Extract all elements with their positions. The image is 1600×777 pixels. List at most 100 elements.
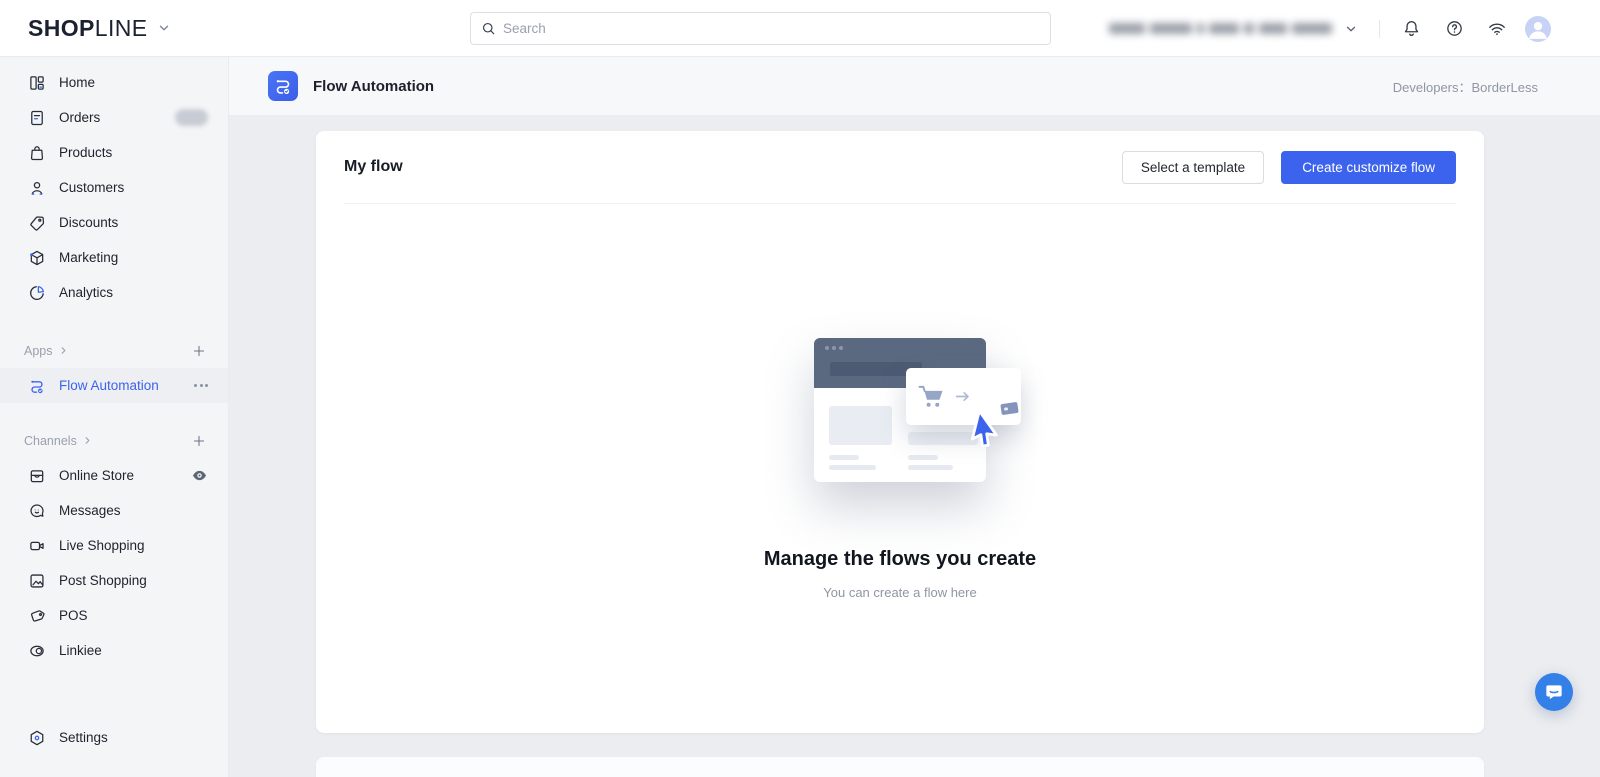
page-header: Flow Automation Developers：BorderLess: [229, 57, 1600, 115]
chevron-right-icon: [58, 345, 69, 356]
select-template-button[interactable]: Select a template: [1121, 150, 1265, 184]
empty-state-title: Manage the flows you create: [763, 548, 1037, 570]
cursor-pointer-icon: [966, 410, 1002, 454]
chevron-down-icon: [157, 21, 171, 35]
gear-icon: [28, 729, 46, 747]
notifications-bell-icon[interactable]: [1399, 17, 1423, 41]
user-avatar[interactable]: [1525, 15, 1551, 42]
card-divider: [344, 203, 1456, 204]
sidebar-item-analytics[interactable]: Analytics: [0, 275, 228, 310]
customers-icon: [28, 179, 46, 197]
orders-badge-blurred: [175, 109, 208, 126]
home-icon: [28, 74, 46, 92]
sidebar-item-customers[interactable]: Customers: [0, 170, 228, 205]
search-icon: [481, 21, 496, 36]
content-area: My flow Select a template Create customi…: [229, 115, 1600, 777]
sidebar-item-products[interactable]: Products: [0, 135, 228, 170]
sidebar-section-channels[interactable]: Channels: [0, 423, 228, 458]
topbar-actions: [1109, 0, 1600, 57]
customer-avatar-with-tag-icon: [979, 381, 1019, 416]
cart-icon: [917, 384, 946, 409]
search-input[interactable]: [503, 21, 1040, 36]
chevron-down-icon: [1344, 22, 1358, 36]
sidebar-item-pos[interactable]: POS: [0, 598, 228, 633]
account-menu[interactable]: [1109, 22, 1358, 36]
sidebar-item-label: Messages: [59, 503, 121, 518]
empty-state: Manage the flows you create You can crea…: [316, 338, 1484, 600]
my-flow-card: My flow Select a template Create customi…: [316, 131, 1484, 733]
page-title: Flow Automation: [313, 77, 435, 95]
sidebar-item-label: Live Shopping: [59, 538, 145, 553]
sidebar-item-label: Linkiee: [59, 643, 102, 658]
text-line-mock: [908, 465, 953, 470]
logo-text: SHOPLINE: [28, 15, 148, 42]
sidebar-item-label: Products: [59, 145, 113, 160]
marketing-icon: [28, 249, 46, 267]
sidebar-item-label: Post Shopping: [59, 573, 147, 588]
main-area: Flow Automation Developers：BorderLess My…: [229, 57, 1600, 777]
sidebar-section-apps[interactable]: Apps: [0, 333, 228, 368]
sidebar-item-label: Home: [59, 75, 96, 90]
sidebar-item-label: Orders: [59, 110, 101, 125]
empty-state-illustration: [814, 338, 1021, 482]
sidebar-item-messages[interactable]: Messages: [0, 493, 228, 528]
global-search: [470, 12, 1051, 45]
section-label: Channels: [24, 433, 77, 448]
sidebar-item-label: Marketing: [59, 250, 119, 265]
sidebar-item-label: Flow Automation: [59, 378, 159, 393]
text-line-mock: [908, 455, 938, 460]
topbar-divider: [1379, 19, 1380, 38]
add-channel-plus-icon[interactable]: [190, 432, 208, 450]
text-line-mock: [829, 455, 859, 460]
logo-line: LINE: [94, 14, 148, 41]
sidebar: Home Orders Products Customers Discounts…: [0, 57, 229, 777]
flow-automation-icon: [28, 377, 46, 395]
card-header: My flow Select a template Create customi…: [316, 131, 1484, 203]
sidebar-item-flow-automation[interactable]: Flow Automation: [0, 368, 228, 403]
card-actions: Select a template Create customize flow: [1121, 150, 1456, 184]
sidebar-item-label: Customers: [59, 180, 125, 195]
topbar: SHOPLINE: [0, 0, 1600, 57]
sidebar-item-linkiee[interactable]: Linkiee: [0, 633, 228, 668]
analytics-icon: [28, 284, 46, 302]
flow-step-card-mock: [906, 368, 1021, 425]
sidebar-item-online-store[interactable]: Online Store: [0, 458, 228, 493]
chevron-right-icon: [82, 435, 93, 446]
post-shopping-icon: [28, 572, 46, 590]
chat-launcher-button[interactable]: [1535, 673, 1573, 711]
next-card-partial: [316, 757, 1484, 777]
sidebar-item-post-shopping[interactable]: Post Shopping: [0, 563, 228, 598]
sidebar-item-label: POS: [59, 608, 88, 623]
eye-icon[interactable]: [191, 467, 208, 484]
ellipsis-icon[interactable]: [194, 380, 208, 391]
help-icon[interactable]: [1442, 17, 1466, 41]
browser-dots: [825, 346, 843, 350]
live-shopping-icon: [28, 537, 46, 555]
sidebar-item-discounts[interactable]: Discounts: [0, 205, 228, 240]
products-icon: [28, 144, 46, 162]
account-name-blurred: [1109, 23, 1332, 34]
text-line-mock: [829, 465, 876, 470]
content-block-mock: [829, 406, 892, 445]
sidebar-item-marketing[interactable]: Marketing: [0, 240, 228, 275]
create-customize-flow-button[interactable]: Create customize flow: [1281, 150, 1456, 184]
sidebar-item-label: Analytics: [59, 285, 114, 300]
network-wifi-icon[interactable]: [1485, 17, 1509, 41]
empty-state-subtitle: You can create a flow here: [823, 585, 977, 600]
pos-icon: [28, 607, 46, 625]
sidebar-item-label: Settings: [59, 730, 108, 745]
sidebar-item-label: Online Store: [59, 468, 135, 483]
breadcrumb: Developers：BorderLess: [1392, 79, 1538, 95]
add-app-plus-icon[interactable]: [190, 342, 208, 360]
sidebar-item-orders[interactable]: Orders: [0, 100, 228, 135]
app-shell: Home Orders Products Customers Discounts…: [0, 57, 1600, 777]
shopline-logo[interactable]: SHOPLINE: [28, 15, 171, 42]
messages-icon: [28, 502, 46, 520]
sidebar-item-live-shopping[interactable]: Live Shopping: [0, 528, 228, 563]
sidebar-item-home[interactable]: Home: [0, 65, 228, 100]
card-title: My flow: [344, 158, 403, 175]
orders-icon: [28, 109, 46, 127]
discounts-icon: [28, 214, 46, 232]
arrow-right-icon: [955, 391, 970, 402]
sidebar-item-settings[interactable]: Settings: [0, 720, 228, 755]
